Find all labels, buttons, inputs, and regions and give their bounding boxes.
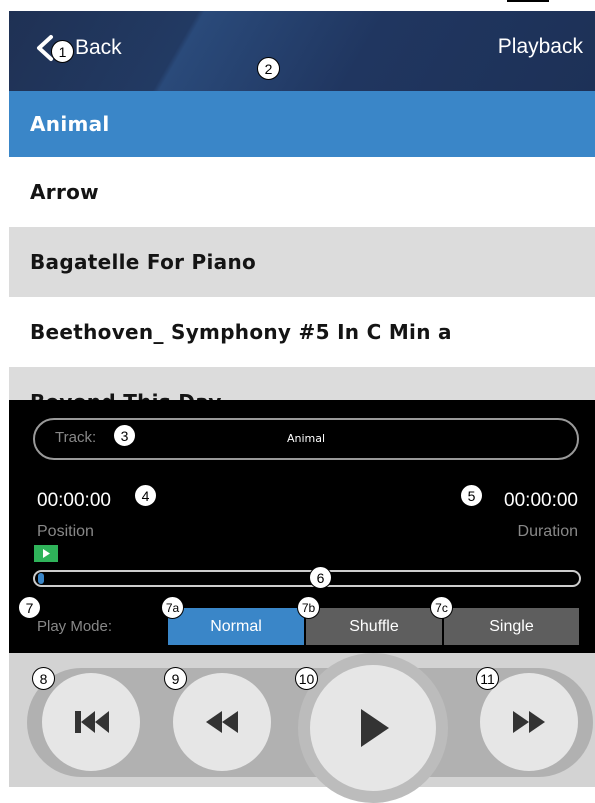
track-list-item[interactable]: Beethoven_ Symphony #5 In C Min a xyxy=(9,297,595,367)
skip-back-button[interactable] xyxy=(42,673,140,771)
callout-7b: 7b xyxy=(297,596,320,619)
callout-6: 6 xyxy=(309,566,332,589)
duration-label: Duration xyxy=(517,523,578,540)
back-button[interactable]: Back xyxy=(33,33,122,63)
fast-forward-button[interactable] xyxy=(480,673,578,771)
position-time: 00:00:00 xyxy=(37,490,111,511)
callout-11: 11 xyxy=(476,667,499,690)
play-button[interactable] xyxy=(310,665,436,791)
mode-shuffle-button[interactable]: Shuffle xyxy=(306,608,442,645)
mode-normal-button[interactable]: Normal xyxy=(168,608,304,645)
play-icon xyxy=(361,709,389,747)
back-label: Back xyxy=(75,36,122,59)
duration-time: 00:00:00 xyxy=(504,490,578,511)
progress-slider[interactable] xyxy=(33,570,581,587)
page-title: Playback xyxy=(497,35,583,58)
callout-8: 8 xyxy=(32,667,55,690)
callout-1: 1 xyxy=(51,40,74,63)
playing-indicator xyxy=(34,545,58,562)
progress-slider-knob[interactable] xyxy=(38,573,44,584)
position-label: Position xyxy=(37,523,94,540)
callout-5: 5 xyxy=(460,484,483,507)
callout-9: 9 xyxy=(164,667,187,690)
top-edge-line xyxy=(507,0,549,2)
header-bar: Back Playback xyxy=(9,11,595,91)
track-list-item[interactable]: Arrow xyxy=(9,157,595,227)
play-mode-label: Play Mode: xyxy=(37,618,113,635)
callout-7c: 7c xyxy=(430,596,453,619)
callout-4: 4 xyxy=(134,484,157,507)
rewind-button[interactable] xyxy=(173,673,271,771)
callout-3: 3 xyxy=(113,424,136,447)
track-list-item[interactable]: Bagatelle For Piano xyxy=(9,227,595,297)
track-list-item[interactable]: Animal xyxy=(9,91,595,157)
fast-forward-icon xyxy=(513,711,545,733)
callout-10: 10 xyxy=(295,667,318,690)
callout-2: 2 xyxy=(257,57,280,80)
play-indicator-icon xyxy=(43,549,50,558)
track-list-item[interactable]: Beyond This Day xyxy=(9,367,595,400)
mode-single-button[interactable]: Single xyxy=(444,608,579,645)
skip-back-icon xyxy=(75,711,109,733)
track-list[interactable]: Animal Arrow Bagatelle For Piano Beethov… xyxy=(9,91,595,400)
rewind-icon xyxy=(206,711,238,733)
callout-7: 7 xyxy=(18,596,41,619)
callout-7a: 7a xyxy=(161,596,184,619)
